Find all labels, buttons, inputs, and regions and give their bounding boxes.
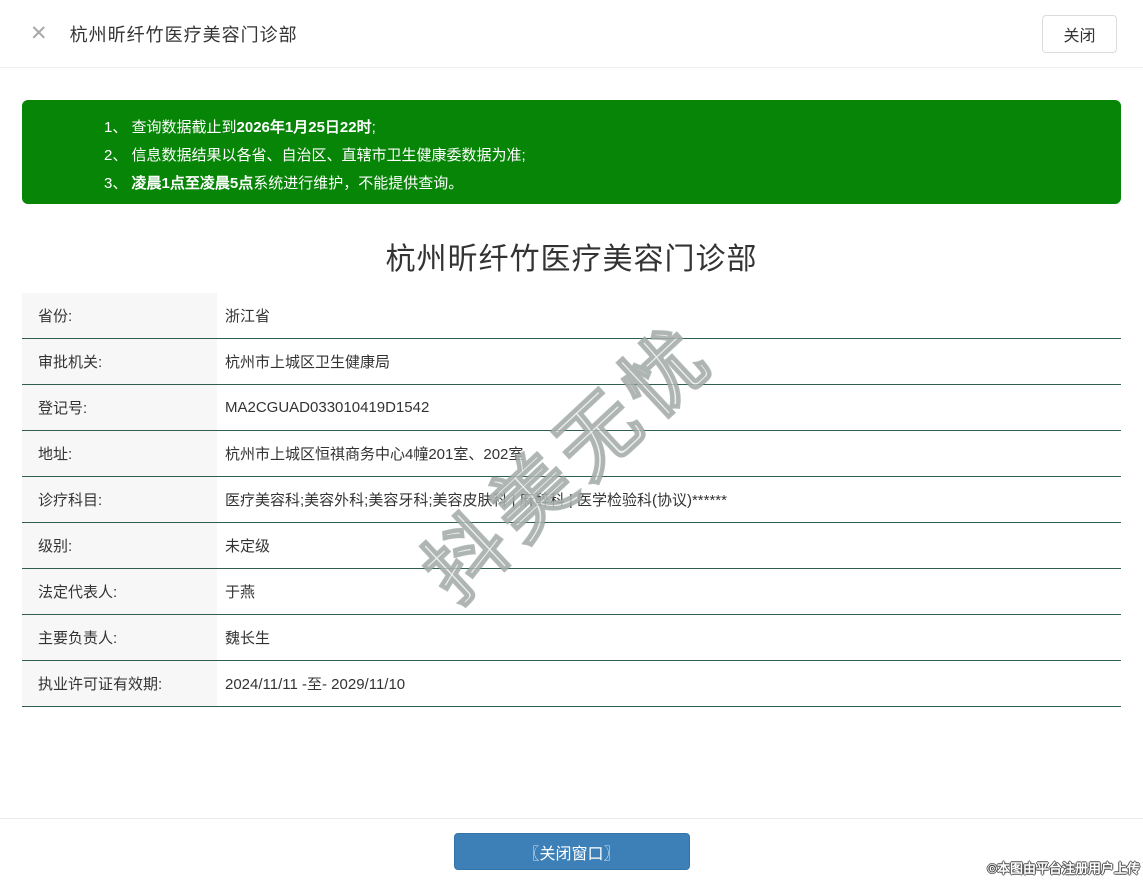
- header-title: 杭州昕纤竹医疗美容门诊部: [69, 24, 298, 45]
- row-value: 未定级: [225, 538, 271, 555]
- row-label: 地址:: [22, 431, 217, 476]
- table-row-main-person-in-charge: 主要负责人: 魏长生: [22, 615, 1121, 661]
- row-label: 审批机关:: [22, 339, 217, 384]
- notice-box: 1、 查询数据截止到2026年1月25日22时; 2、 信息数据结果以各省、自治…: [22, 100, 1121, 204]
- notice-line-1: 1、 查询数据截止到2026年1月25日22时;: [104, 114, 1101, 142]
- page-title: 杭州昕纤竹医疗美容门诊部: [385, 243, 758, 276]
- row-value: 医疗美容科;美容外科;美容牙科;美容皮肤科 | 麻醉科 | 医学检验科(协议)*…: [225, 492, 727, 509]
- table-row-approval-authority: 审批机关: 杭州市上城区卫生健康局: [22, 339, 1121, 385]
- header-bar: ✕ 杭州昕纤竹医疗美容门诊部 关闭: [0, 0, 1143, 68]
- notice-line-3: 3、 凌晨1点至凌晨5点系统进行维护，不能提供查询。: [104, 170, 1101, 198]
- notice-line-1-prefix: 1、 查询数据截止到: [104, 119, 237, 136]
- table-row-address: 地址: 杭州市上城区恒祺商务中心4幢201室、202室: [22, 431, 1121, 477]
- row-value: 2024/11/11 -至- 2029/11/10: [225, 676, 406, 693]
- footer-divider: [0, 818, 1143, 819]
- row-label: 登记号:: [22, 385, 217, 430]
- row-label: 省份:: [22, 293, 217, 338]
- info-table: 省份: 浙江省 审批机关: 杭州市上城区卫生健康局 登记号: MA2CGUAD0…: [22, 293, 1121, 707]
- row-label: 法定代表人:: [22, 569, 217, 614]
- notice-line-2: 2、 信息数据结果以各省、自治区、直辖市卫生健康委数据为准;: [104, 142, 1101, 170]
- notice-line-1-suffix: ;: [371, 119, 376, 136]
- close-x-icon[interactable]: ✕: [30, 23, 48, 44]
- row-value: 于燕: [225, 584, 256, 601]
- notice-line-2-prefix: 2、 信息数据结果以各省、自治区、直辖市卫生健康委数据为准;: [104, 147, 526, 164]
- notice-line-1-bold: 2026年1月25日22时: [236, 119, 372, 136]
- table-row-legal-representative: 法定代表人: 于燕: [22, 569, 1121, 615]
- row-label: 主要负责人:: [22, 615, 217, 660]
- row-value: 浙江省: [225, 308, 271, 325]
- row-value: MA2CGUAD033010419D1542: [225, 399, 430, 416]
- row-value: 杭州市上城区卫生健康局: [225, 354, 391, 371]
- table-row-registration-number: 登记号: MA2CGUAD033010419D1542: [22, 385, 1121, 431]
- copyright-watermark: ©本图由平台注册用户上传: [987, 861, 1140, 876]
- table-row-level: 级别: 未定级: [22, 523, 1121, 569]
- notice-line-3-prefix: 3、: [104, 175, 132, 192]
- row-label: 诊疗科目:: [22, 477, 217, 522]
- close-window-button[interactable]: 〖关闭窗口〗: [453, 833, 690, 870]
- close-button[interactable]: 关闭: [1042, 15, 1117, 53]
- row-value: 杭州市上城区恒祺商务中心4幢201室、202室: [225, 446, 524, 463]
- table-row-province: 省份: 浙江省: [22, 293, 1121, 339]
- table-row-medical-subjects: 诊疗科目: 医疗美容科;美容外科;美容牙科;美容皮肤科 | 麻醉科 | 医学检验…: [22, 477, 1121, 523]
- notice-line-3-bold: 凌晨1点至凌晨5点: [131, 175, 254, 192]
- table-row-license-validity: 执业许可证有效期: 2024/11/11 -至- 2029/11/10: [22, 661, 1121, 707]
- row-label: 执业许可证有效期:: [22, 661, 217, 706]
- notice-line-3-suffix: 系统进行维护，不能提供查询。: [253, 175, 464, 192]
- row-value: 魏长生: [225, 630, 271, 647]
- row-label: 级别:: [22, 523, 217, 568]
